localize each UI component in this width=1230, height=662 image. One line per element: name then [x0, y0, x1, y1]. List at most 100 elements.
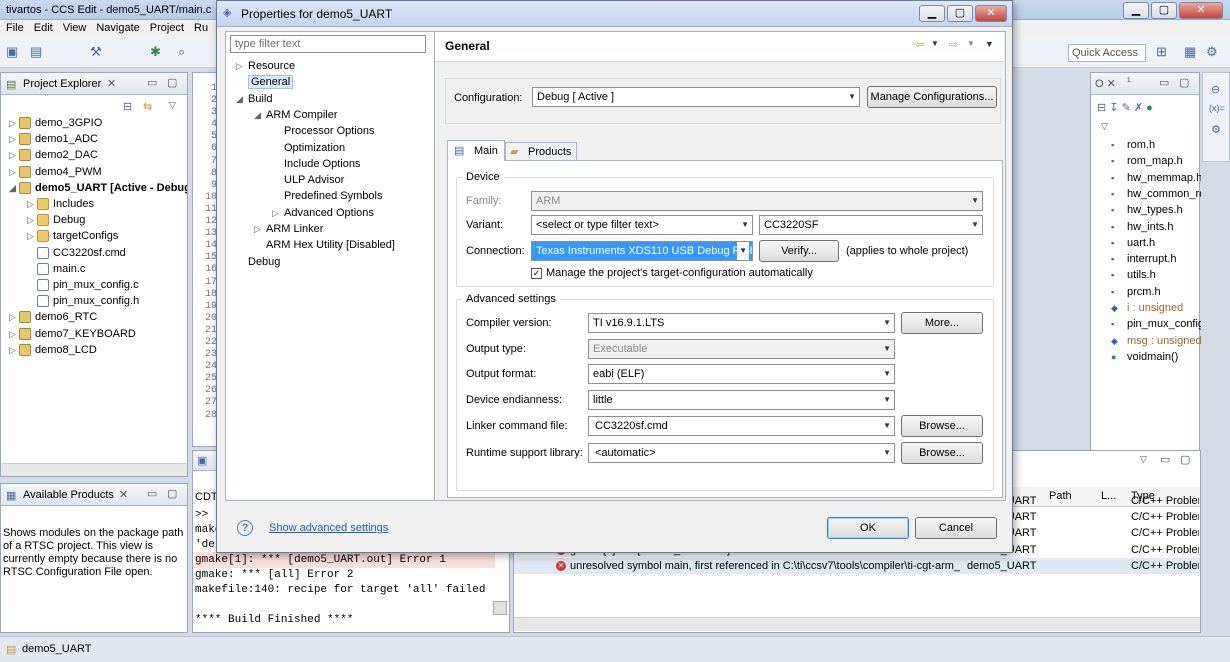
project-tree-item[interactable]: pin_mux_config.c	[27, 277, 139, 293]
collapsed-icon[interactable]: ▷	[27, 196, 37, 212]
output-type-select[interactable]: Executable ▼	[588, 339, 895, 359]
collapsed-icon[interactable]: ▷	[27, 212, 37, 228]
menu-item[interactable]: Navigate	[96, 22, 139, 34]
verify-button[interactable]: Verify...	[759, 240, 839, 262]
problems-scrollbar[interactable]	[514, 617, 1200, 631]
project-tree-item[interactable]: ▷ demo1_ADC	[9, 131, 98, 147]
close-button[interactable]: ✕	[1179, 2, 1223, 19]
menu-item[interactable]: Edit	[34, 22, 53, 34]
project-tree-item[interactable]: main.c	[27, 261, 85, 277]
project-tree-item[interactable]: ▷ demo_3GPIO	[9, 115, 102, 131]
dialog-minimize-button[interactable]: ▁	[919, 5, 945, 22]
forward-icon[interactable]: ⇨	[949, 38, 958, 51]
maximize-view-icon[interactable]: ▢	[167, 76, 177, 89]
collapse-all-icon[interactable]: ⊟	[123, 100, 132, 113]
configuration-select[interactable]: Debug [ Active ] ▼	[532, 87, 860, 107]
outline-item[interactable]: ▪ interrupt.h	[1111, 251, 1201, 267]
menu-item[interactable]: Project	[150, 22, 184, 34]
back-dropdown-icon[interactable]: ▼	[931, 39, 939, 48]
dialog-close-button[interactable]: ✕	[975, 5, 1007, 22]
outline-item[interactable]: ▪ uart.h	[1111, 235, 1201, 251]
collapsed-icon[interactable]: ▷	[9, 309, 19, 325]
collapsed-icon[interactable]: ▷	[272, 205, 284, 221]
expanded-icon[interactable]: ◢	[254, 107, 266, 123]
tab-main[interactable]: ▤ Main	[447, 140, 505, 161]
project-tree-item[interactable]: pin_mux_config.h	[27, 293, 139, 309]
minimize-view-icon[interactable]: ▭	[147, 76, 157, 89]
properties-tree-item[interactable]: ULP Advisor	[272, 172, 344, 188]
outline-item[interactable]: ▪ rom.h	[1111, 137, 1201, 153]
close-view-icon[interactable]: ✕	[107, 77, 116, 90]
help-icon[interactable]: ?	[237, 520, 253, 536]
properties-tree-item[interactable]: General	[236, 74, 294, 90]
collapsed-icon[interactable]: ▷	[9, 164, 19, 180]
hide-nonpublic-icon[interactable]: ●	[1146, 102, 1153, 114]
problem-row[interactable]: ✕ unresolved symbol main, first reference…	[514, 557, 1200, 574]
maximize-button[interactable]: ▢	[1151, 2, 1177, 19]
connection-select[interactable]: Texas Instruments XDS110 USB Debug Probe…	[531, 241, 753, 261]
save-icon[interactable]: ▤	[30, 44, 42, 60]
browse-linker-button[interactable]: Browse...	[901, 415, 983, 437]
manage-configurations-button[interactable]: Manage Configurations...	[867, 86, 997, 108]
project-tree-item[interactable]: ▷ demo8_LCD	[9, 342, 97, 358]
minimize-view-icon[interactable]: ▭	[147, 487, 157, 500]
outline-item[interactable]: ▪ utils.h	[1111, 267, 1201, 283]
variables-icon[interactable]: ⊖	[1211, 83, 1220, 96]
properties-tree-item[interactable]: ◢ Build	[236, 91, 272, 107]
expressions-icon[interactable]: (x)=	[1209, 103, 1225, 113]
outline-menu-icon[interactable]: ▽	[1101, 121, 1108, 132]
collapsed-icon[interactable]: ▷	[27, 228, 37, 244]
link-editor-icon[interactable]: ⇆	[143, 100, 152, 113]
outline-item[interactable]: ◆ msg : unsigned	[1111, 333, 1201, 349]
quick-access-input[interactable]: Quick Access	[1068, 44, 1146, 62]
properties-tree-item[interactable]: Debug	[236, 254, 280, 270]
show-advanced-settings-link[interactable]: Show advanced settings	[269, 522, 388, 534]
minimize-button[interactable]: ▁	[1123, 2, 1149, 19]
available-products-tab[interactable]: ▦ Available Products ✕ ▭ ▢	[1, 484, 187, 506]
properties-tree-item[interactable]: ◢ ARM Compiler	[254, 107, 338, 123]
properties-tree-item[interactable]: ▷ ARM Linker	[254, 221, 323, 237]
variant-filter-input[interactable]: <select or type filter text> ▼	[531, 215, 753, 235]
outline-item[interactable]: ▪ hw_common_reg.h	[1111, 186, 1201, 202]
search-icon[interactable]: ⌕	[178, 44, 185, 60]
collapsed-icon[interactable]: ▷	[254, 221, 266, 237]
manage-target-checkbox[interactable]: ✓	[531, 268, 542, 279]
collapsed-icon[interactable]: ▷	[9, 115, 19, 131]
close-view-icon[interactable]: ✕	[119, 488, 128, 501]
filter-input[interactable]: type filter text	[230, 35, 426, 53]
collapsed-icon[interactable]: ▷	[9, 131, 19, 147]
family-select[interactable]: ARM ▼	[531, 191, 983, 211]
project-tree-item[interactable]: CC3220sf.cmd	[27, 245, 126, 261]
linker-command-file-select[interactable]: CC3220sf.cmd ▼	[588, 416, 895, 436]
maximize-view-icon[interactable]: ▢	[1179, 76, 1189, 89]
project-tree-item[interactable]: ▷ demo7_KEYBOARD	[9, 326, 136, 342]
browse-runtime-button[interactable]: Browse...	[901, 442, 983, 464]
properties-tree-item[interactable]: ▷ Advanced Options	[272, 205, 374, 221]
outline-item[interactable]: ▪ prcm.h	[1111, 284, 1201, 300]
console-scrollbar[interactable]	[493, 601, 507, 615]
project-tree-item[interactable]: ◢ demo5_UART [Active - Debug]	[9, 180, 187, 196]
menu-item[interactable]: Ru	[194, 22, 208, 34]
registers-icon[interactable]: ⚙	[1211, 123, 1221, 136]
properties-tree-item[interactable]: Optimization	[272, 140, 345, 156]
outline-item[interactable]: ● voidmain()	[1111, 349, 1201, 365]
project-tree-item[interactable]: ▷ targetConfigs	[27, 228, 118, 244]
sort-icon[interactable]: ↧	[1109, 102, 1121, 114]
expanded-icon[interactable]: ◢	[9, 180, 19, 196]
ccs-debug-perspective-icon[interactable]: ⚙	[1206, 44, 1218, 60]
debug-icon[interactable]: ✱	[150, 44, 161, 60]
open-perspective-icon[interactable]: ⊞	[1156, 44, 1167, 60]
endianness-select[interactable]: little ▼	[588, 390, 895, 410]
project-tree-item[interactable]: ▷ demo6_RTC	[9, 309, 97, 325]
properties-tree-item[interactable]: ARM Hex Utility [Disabled]	[254, 237, 395, 253]
outline-item[interactable]: ▪ rom_map.h	[1111, 153, 1201, 169]
outline-item[interactable]: ▪ hw_ints.h	[1111, 219, 1201, 235]
properties-tree-item[interactable]: Predefined Symbols	[272, 188, 382, 204]
forward-dropdown-icon[interactable]: ▼	[967, 39, 975, 48]
tab-products[interactable]: ▰ Products	[505, 142, 577, 161]
outline-item[interactable]: ▪ pin_mux_config	[1111, 316, 1201, 332]
project-explorer-tab[interactable]: ▤ Project Explorer ✕ ▭ ▢	[1, 73, 187, 95]
outline-item[interactable]: ▪ hw_memmap.h	[1111, 170, 1201, 186]
maximize-view-icon[interactable]: ▢	[167, 487, 177, 500]
collapsed-icon[interactable]: ▷	[9, 147, 19, 163]
